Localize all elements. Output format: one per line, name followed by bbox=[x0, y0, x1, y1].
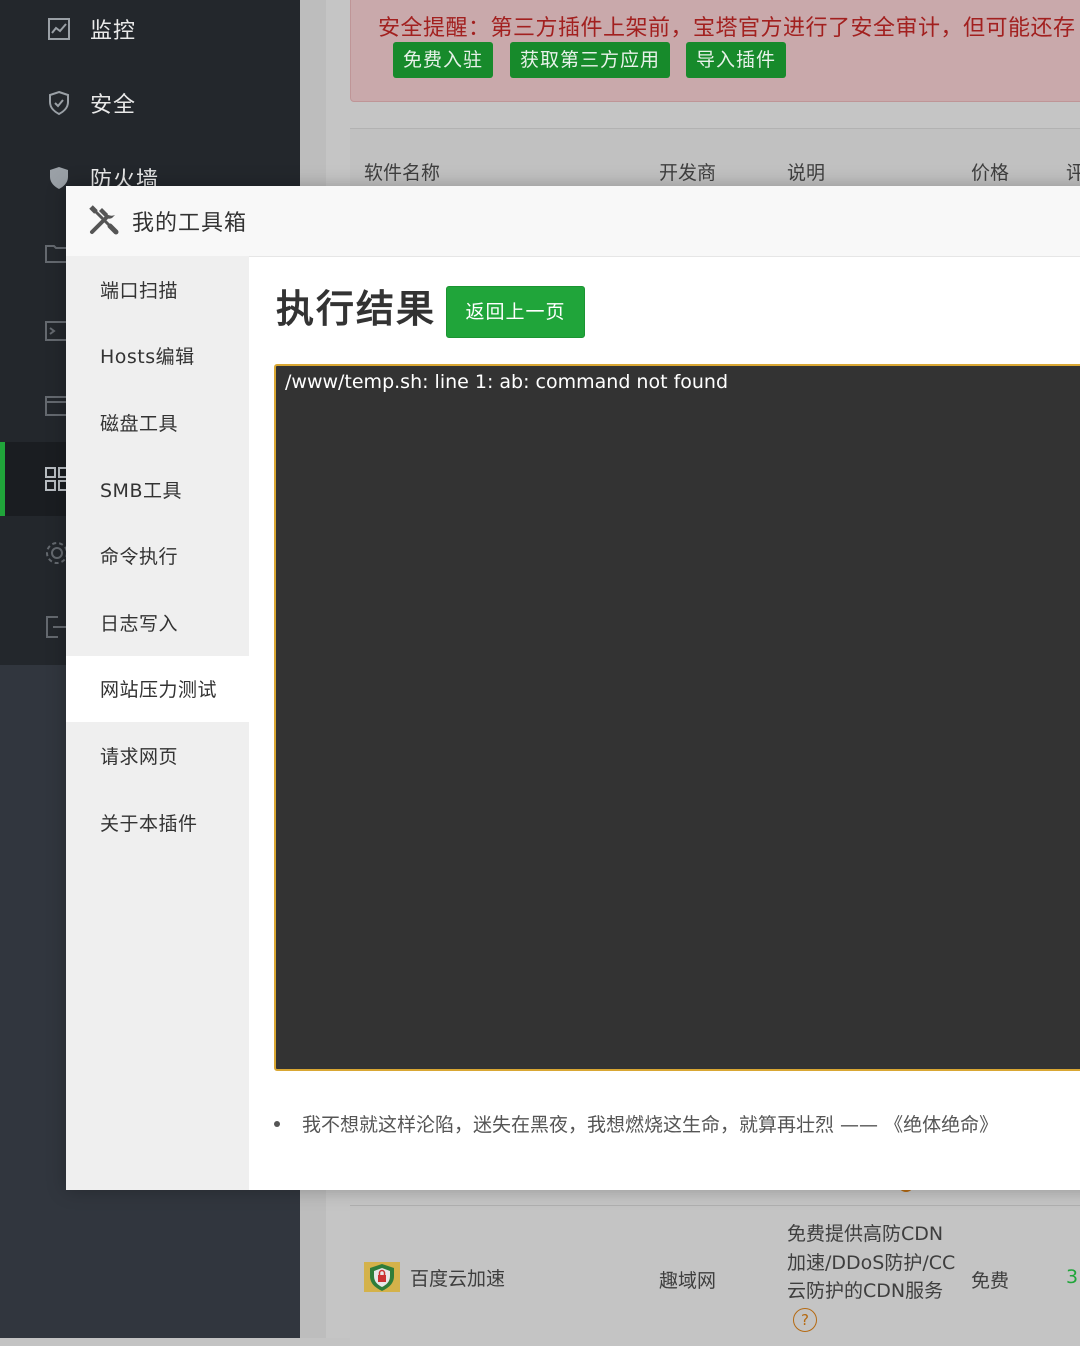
toolbox-modal: 我的工具箱 端口扫描 Hosts编辑 磁盘工具 SMB工具 命令执行 日志写入 … bbox=[66, 186, 1080, 1190]
import-plugin-button[interactable]: 导入插件 bbox=[686, 42, 787, 78]
plugin-description: 免费提供高防CDN加速/DDoS防护/CC云防护的CDN服务? bbox=[787, 1220, 957, 1334]
col-header-rating: 评 bbox=[1066, 162, 1080, 184]
plugin-rating: 3. bbox=[1066, 1266, 1080, 1288]
free-join-button[interactable]: 免费入驻 bbox=[393, 42, 494, 78]
back-button[interactable]: 返回上一页 bbox=[446, 286, 585, 338]
nav-port-scan[interactable]: 端口扫描 bbox=[66, 256, 249, 323]
col-header-description: 说明 bbox=[787, 162, 826, 184]
bullet-dot bbox=[274, 1120, 280, 1127]
col-header-name: 软件名称 bbox=[364, 162, 441, 184]
sidebar-item-security[interactable]: 安全 bbox=[0, 66, 300, 140]
help-question-icon[interactable]: ? bbox=[793, 1308, 817, 1332]
quote-text: 我不想就这样沦陷，迷失在黑夜，我想燃烧这生命，就算再壮烈 —— 《绝体绝命》 bbox=[302, 1114, 999, 1136]
nav-about-plugin[interactable]: 关于本插件 bbox=[66, 789, 249, 856]
active-indicator bbox=[0, 442, 5, 516]
shield-icon bbox=[46, 90, 72, 116]
footer-quote: 我不想就这样沦陷，迷失在黑夜，我想燃烧这生命，就算再壮烈 —— 《绝体绝命》 bbox=[274, 1110, 998, 1137]
monitor-icon bbox=[46, 16, 72, 42]
col-header-developer: 开发商 bbox=[659, 162, 717, 184]
plugin-developer: 趣域网 bbox=[659, 1270, 717, 1292]
nav-command-exec[interactable]: 命令执行 bbox=[66, 522, 249, 589]
nav-stress-test[interactable]: 网站压力测试 bbox=[66, 655, 249, 723]
sidebar-item-monitor[interactable]: 监控 bbox=[0, 0, 300, 66]
toolbox-nav: 端口扫描 Hosts编辑 磁盘工具 SMB工具 命令执行 日志写入 网站压力测试… bbox=[66, 256, 249, 1190]
tools-icon bbox=[89, 205, 119, 235]
plugin-description-text: 免费提供高防CDN加速/DDoS防护/CC云防护的CDN服务 bbox=[787, 1223, 956, 1302]
sidebar-item-label: 监控 bbox=[90, 19, 137, 44]
get-third-party-apps-button[interactable]: 获取第三方应用 bbox=[510, 42, 671, 78]
plugin-price: 免费 bbox=[971, 1270, 1010, 1292]
nav-hosts-edit[interactable]: Hosts编辑 bbox=[66, 323, 249, 390]
nav-smb-tools[interactable]: SMB工具 bbox=[66, 456, 249, 523]
plugin-name: 百度云加速 bbox=[410, 1268, 506, 1290]
baidu-shield-icon bbox=[364, 1262, 400, 1292]
sidebar-item-label: 安全 bbox=[90, 93, 137, 118]
nav-disk-tools[interactable]: 磁盘工具 bbox=[66, 389, 249, 456]
col-header-price: 价格 bbox=[971, 162, 1010, 184]
nav-log-write[interactable]: 日志写入 bbox=[66, 589, 249, 656]
modal-title: 我的工具箱 bbox=[132, 211, 248, 236]
nav-request-page[interactable]: 请求网页 bbox=[66, 722, 249, 789]
modal-header: 我的工具箱 bbox=[66, 186, 1080, 257]
result-title: 执行结果 bbox=[276, 287, 437, 331]
command-output-terminal[interactable]: /www/temp.sh: line 1: ab: command not fo… bbox=[274, 364, 1080, 1071]
alert-text: 安全提醒：第三方插件上架前，宝塔官方进行了安全审计，但可能还存 bbox=[378, 16, 1076, 41]
